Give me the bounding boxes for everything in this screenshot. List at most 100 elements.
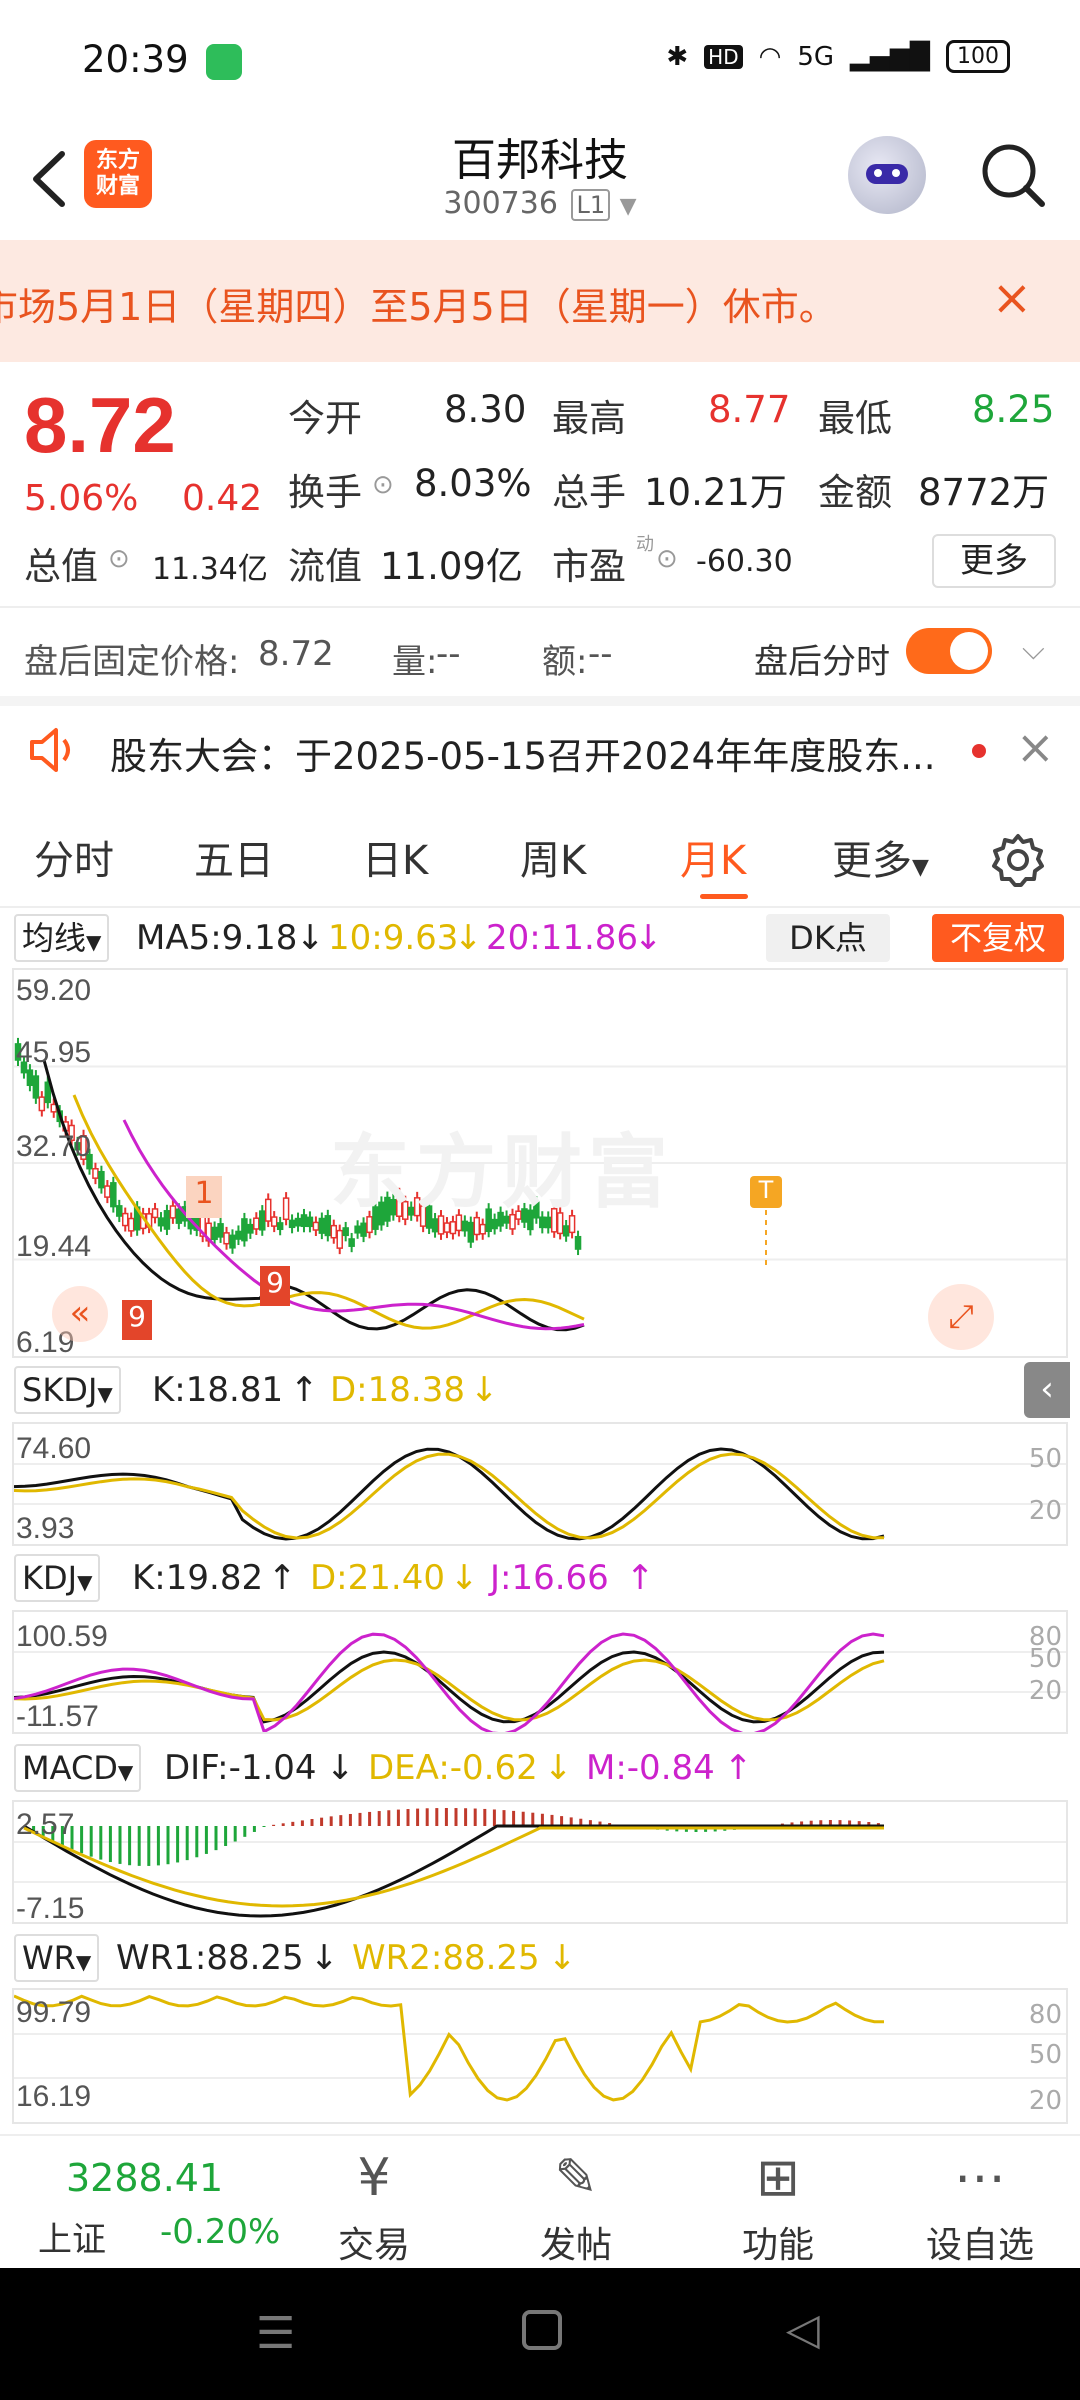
info-icon[interactable]: ⊙ <box>656 544 678 574</box>
arrow-down-icon: ↓ <box>310 1938 339 1978</box>
announcement-text: 股东大会：于2025-05-15召开2024年年度股东... <box>110 735 936 778</box>
gear-icon[interactable] <box>990 832 1046 888</box>
candle-body <box>169 1205 177 1219</box>
ref-line-label: 20 <box>1028 1496 1062 1526</box>
low-label: 最低 <box>818 397 892 440</box>
candle-body <box>38 1096 46 1112</box>
ma5-value: MA5:9.18 <box>136 918 298 958</box>
wr-panel[interactable] <box>12 1988 1068 2124</box>
arrow-down-icon: ↓ <box>454 918 483 958</box>
index-value[interactable]: 3288.41 <box>66 2156 223 2200</box>
dk-point-button[interactable]: DK点 <box>766 914 890 962</box>
expand-icon[interactable]: ⤢ <box>928 1284 994 1350</box>
candle-body <box>318 1217 326 1234</box>
tab-five-day[interactable]: 五日 <box>194 828 274 886</box>
close-icon[interactable]: × <box>992 270 1032 326</box>
status-icons: ✱ HD ◠ 5G ▂▄▆█ 100 <box>666 40 1010 73</box>
search-icon[interactable] <box>978 140 1048 210</box>
bottom-toolbar: 3288.41 上证 -0.20% ¥ 交易 ✎ 发帖 ⊞ 功能 ⋯ 设自选 <box>0 2134 1080 2268</box>
info-icon[interactable]: ⊙ <box>108 544 130 574</box>
announcement-bar[interactable]: 股东大会：于2025-05-15召开2024年年度股东... × <box>0 700 1080 800</box>
kdj-k-value: K:19.82 <box>132 1558 264 1598</box>
skdj-selector[interactable]: SKDJ▼ <box>14 1366 121 1414</box>
macd-chart <box>14 1808 1066 1918</box>
tab-more-label: 更多 <box>832 838 912 884</box>
candle-body <box>336 1229 343 1249</box>
wr-selector[interactable]: WR▼ <box>14 1934 100 1982</box>
skdj-panel[interactable] <box>12 1422 1068 1546</box>
macd-panel[interactable] <box>12 1800 1068 1924</box>
home-icon[interactable] <box>522 2310 562 2350</box>
candle-body <box>247 1223 254 1234</box>
turnover-value: 8.03% <box>414 462 532 505</box>
trade-marker[interactable]: T <box>750 1176 782 1208</box>
after-hours-toggle[interactable] <box>906 628 992 674</box>
assistant-robot-icon[interactable] <box>848 136 926 214</box>
functions-label: 功能 <box>741 2225 814 2266</box>
level-badge: L1 <box>571 189 611 221</box>
post-button[interactable]: ✎ 发帖 <box>496 2146 656 2268</box>
back-nav-icon[interactable]: ◁ <box>786 2304 820 2355</box>
current-price: 8.72 <box>24 381 176 469</box>
arrow-down-icon: ↓ <box>544 1748 573 1788</box>
signal-icon-2: ▂▄▆█ <box>850 41 930 72</box>
tab-intraday[interactable]: 分时 <box>34 828 114 886</box>
chevron-down-icon: ▼ <box>117 1760 134 1784</box>
index-change[interactable]: -0.20% <box>160 2212 280 2252</box>
signal-icon: 5G <box>797 41 835 72</box>
tab-monthly-k[interactable]: 月K <box>680 828 746 886</box>
float-cap-label: 流值 <box>288 545 362 588</box>
candle-body <box>276 1222 284 1231</box>
tab-weekly-k[interactable]: 周K <box>520 828 586 886</box>
macd-selector[interactable]: MACD▼ <box>14 1744 142 1792</box>
volume-value: 10.21万 <box>644 471 787 514</box>
signal-marker[interactable]: 9 <box>260 1266 290 1306</box>
bluetooth-icon: ✱ <box>666 41 689 72</box>
high-value: 8.77 <box>708 388 791 431</box>
pe-dynamic-mark: 动 <box>636 534 654 555</box>
candle-body <box>110 1182 117 1208</box>
wr-legend-row: WR▼ WR1:88.25 ↓ WR2:88.25 ↓ <box>0 1934 1080 1984</box>
after-hours-price: 8.72 <box>258 634 334 674</box>
arrow-down-icon: ↓ <box>296 918 325 958</box>
tab-more[interactable]: 更多▼ <box>832 828 929 886</box>
grid-apps-icon: ⊞ <box>756 2148 800 2208</box>
add-watchlist-button[interactable]: ⋯ 设自选 <box>900 2146 1060 2268</box>
ma-selector[interactable]: 均线▼ <box>14 914 110 962</box>
ma10-value: 10:9.63 <box>328 918 459 958</box>
kdj-panel[interactable] <box>12 1610 1068 1734</box>
candle-body <box>467 1221 475 1243</box>
arrow-down-icon: ↓ <box>450 1558 479 1598</box>
no-adjust-button[interactable]: 不复权 <box>932 914 1064 962</box>
trade-button[interactable]: ¥ 交易 <box>294 2146 454 2268</box>
menu-icon[interactable]: ☰ <box>256 2308 295 2359</box>
skdj-selector-label: SKDJ <box>22 1371 98 1409</box>
arrow-down-icon: ↓ <box>326 1748 355 1788</box>
chevron-down-icon: ▼ <box>97 1382 113 1406</box>
chevron-down-icon[interactable]: ⌵ <box>1022 632 1045 667</box>
scroll-left-icon[interactable]: « <box>52 1286 108 1342</box>
signal-marker[interactable]: 9 <box>122 1300 152 1340</box>
tab-daily-k[interactable]: 日K <box>362 828 428 886</box>
candle-body <box>223 1232 230 1245</box>
info-icon[interactable]: ⊙ <box>372 470 394 500</box>
close-icon[interactable]: × <box>1016 720 1055 774</box>
functions-button[interactable]: ⊞ 功能 <box>698 2146 858 2268</box>
arrow-down-icon: ↓ <box>634 918 663 958</box>
after-hours-intraday-label: 盘后分时 <box>754 642 890 682</box>
candle-body <box>574 1235 582 1250</box>
index-name[interactable]: 上证 <box>38 2212 106 2261</box>
kdj-legend-row: KDJ▼ K:19.82 ↑ D:21.40 ↓ J:16.66 ↑ <box>0 1554 1080 1604</box>
y-axis-label: 74.60 <box>16 1432 92 1465</box>
ref-line-label: 20 <box>1028 2086 1062 2116</box>
chevron-down-icon: ▼ <box>619 194 637 219</box>
yen-trade-icon: ¥ <box>357 2148 391 2208</box>
more-button[interactable]: 更多 <box>932 534 1056 588</box>
candle-body <box>241 1218 248 1242</box>
candle-body <box>288 1219 296 1229</box>
speaker-icon <box>30 728 70 772</box>
signal-marker[interactable]: 1 <box>186 1176 222 1218</box>
kdj-selector[interactable]: KDJ▼ <box>14 1554 101 1602</box>
macd-dea-value: DEA:-0.62 <box>368 1748 538 1788</box>
candle-body <box>229 1234 236 1249</box>
